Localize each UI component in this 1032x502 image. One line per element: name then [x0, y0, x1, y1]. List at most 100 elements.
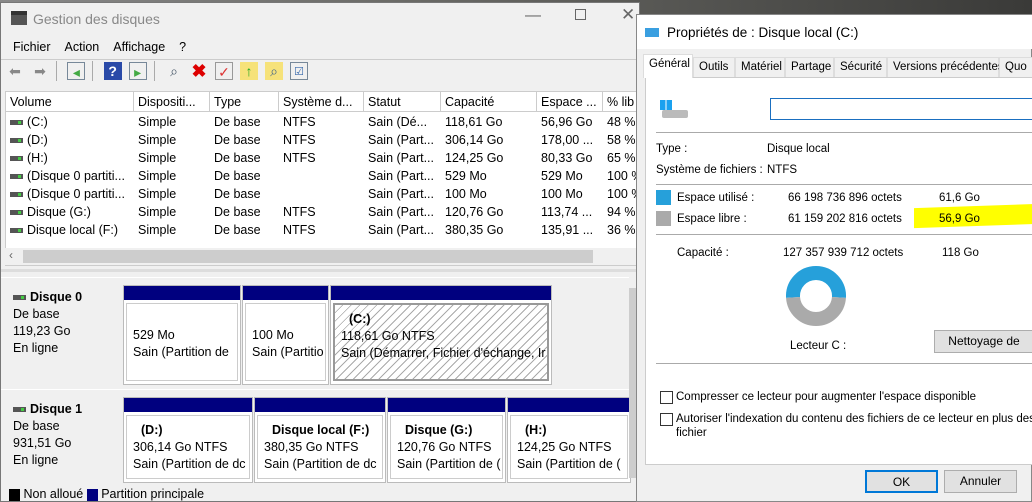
partition-block[interactable]: Disque local (F:) 380,35 Go NTFS Sain (P… — [254, 397, 386, 483]
table-cell[interactable]: Simple — [134, 185, 210, 203]
table-cell[interactable]: De base — [210, 203, 279, 221]
maximize-button[interactable] — [575, 9, 586, 20]
table-cell[interactable]: 529 Mo — [441, 167, 537, 185]
tab-2[interactable]: Matériel — [735, 57, 785, 78]
delete-icon[interactable]: ✖ — [190, 62, 208, 80]
forward-arrow-icon[interactable]: ➡ — [31, 62, 49, 80]
column-type[interactable]: Type — [210, 92, 279, 112]
table-cell[interactable]: 124,25 Go — [441, 149, 537, 167]
table-cell[interactable]: 178,00 ... — [537, 131, 603, 149]
volume-name-cell[interactable]: Disque local (F:) — [6, 221, 134, 239]
partition-block[interactable]: Disque (G:) 120,76 Go NTFS Sain (Partiti… — [387, 397, 506, 483]
table-cell[interactable]: NTFS — [279, 131, 364, 149]
column-free-space[interactable]: Espace ... — [537, 92, 603, 112]
table-cell[interactable]: 113,74 ... — [537, 203, 603, 221]
table-cell[interactable]: De base — [210, 167, 279, 185]
table-cell[interactable]: NTFS — [279, 203, 364, 221]
volume-name-cell[interactable]: (D:) — [6, 131, 134, 149]
ok-button[interactable]: OK — [865, 470, 938, 493]
table-cell[interactable]: Simple — [134, 221, 210, 239]
partition-block[interactable]: (C:) 118,61 Go NTFS Sain (Démarrer, Fich… — [330, 285, 552, 385]
tab-3[interactable]: Partage — [785, 57, 834, 78]
table-cell[interactable]: 80,33 Go — [537, 149, 603, 167]
menu-fichier[interactable]: Fichier — [13, 40, 51, 54]
volume-name-cell[interactable]: (Disque 0 partiti... — [6, 167, 134, 185]
console-tree-icon[interactable]: ◂ — [67, 62, 86, 80]
table-cell[interactable]: Sain (Part... — [364, 203, 441, 221]
cancel-button[interactable]: Annuler — [944, 470, 1017, 493]
table-cell[interactable]: De base — [210, 131, 279, 149]
partition-block[interactable]: 529 Mo Sain (Partition de — [123, 285, 241, 385]
folder-search-icon[interactable]: ⌕ — [265, 62, 284, 80]
table-cell[interactable]: 56,96 Go — [537, 113, 603, 131]
disk-info-0[interactable]: Disque 0 De base 119,23 Go En ligne — [7, 281, 119, 387]
table-cell[interactable]: Simple — [134, 167, 210, 185]
tab-5[interactable]: Versions précédentes — [887, 57, 1004, 78]
table-cell[interactable]: De base — [210, 113, 279, 131]
column-volume[interactable]: Volume — [6, 92, 134, 112]
menu-affichage[interactable]: Affichage — [113, 40, 165, 54]
scrollbar-thumb[interactable] — [23, 250, 593, 263]
table-cell[interactable]: Sain (Part... — [364, 221, 441, 239]
minimize-button[interactable]: — — [525, 7, 541, 25]
table-cell[interactable]: Sain (Part... — [364, 149, 441, 167]
indexing-checkbox[interactable] — [660, 413, 673, 426]
table-cell[interactable] — [279, 167, 364, 185]
column-disposition[interactable]: Dispositi... — [134, 92, 210, 112]
table-cell[interactable]: 380,35 Go — [441, 221, 537, 239]
partition-block[interactable]: (D:) 306,14 Go NTFS Sain (Partition de d… — [123, 397, 253, 483]
table-cell[interactable]: Simple — [134, 113, 210, 131]
column-capacity[interactable]: Capacité — [441, 92, 537, 112]
column-status[interactable]: Statut — [364, 92, 441, 112]
horizontal-scrollbar[interactable]: ‹ — [5, 248, 637, 265]
table-cell[interactable]: Sain (Part... — [364, 167, 441, 185]
table-cell[interactable]: 100 Mo — [537, 185, 603, 203]
tab-4[interactable]: Sécurité — [834, 57, 887, 78]
table-cell[interactable]: De base — [210, 185, 279, 203]
partition-label: Disque (G:) — [405, 423, 473, 437]
compress-checkbox[interactable] — [660, 391, 673, 404]
volume-name-cell[interactable]: (H:) — [6, 149, 134, 167]
table-cell[interactable]: Sain (Dé... — [364, 113, 441, 131]
disk-info-1[interactable]: Disque 1 De base 931,51 Go En ligne — [7, 393, 119, 485]
table-cell[interactable]: De base — [210, 149, 279, 167]
table-cell[interactable]: 118,61 Go — [441, 113, 537, 131]
partition-block[interactable]: 100 Mo Sain (Partitio — [242, 285, 329, 385]
table-cell[interactable]: 529 Mo — [537, 167, 603, 185]
volume-name-cell[interactable]: (Disque 0 partiti... — [6, 185, 134, 203]
table-cell[interactable]: 120,76 Go — [441, 203, 537, 221]
action-pane-icon[interactable]: ▸ — [128, 62, 147, 80]
volume-name-input[interactable] — [770, 98, 1032, 120]
column-filesystem[interactable]: Système d... — [279, 92, 364, 112]
table-cell[interactable]: 100 Mo — [441, 185, 537, 203]
table-cell[interactable]: 135,91 ... — [537, 221, 603, 239]
close-button[interactable]: ✕ — [621, 5, 635, 25]
tab-6[interactable]: Quo — [999, 57, 1032, 78]
tab-1[interactable]: Outils — [693, 57, 735, 78]
help-icon[interactable]: ? — [103, 62, 122, 80]
table-cell[interactable]: Sain (Part... — [364, 131, 441, 149]
table-cell[interactable]: 306,14 Go — [441, 131, 537, 149]
table-cell[interactable]: De base — [210, 221, 279, 239]
checklist-icon[interactable]: ☑ — [290, 62, 309, 80]
scroll-left-icon[interactable]: ‹ — [9, 248, 13, 262]
table-cell[interactable]: Simple — [134, 203, 210, 221]
disk-cleanup-button[interactable]: Nettoyage de — [934, 330, 1032, 353]
table-cell[interactable]: Sain (Part... — [364, 185, 441, 203]
volume-name-cell[interactable]: Disque (G:) — [6, 203, 134, 221]
back-arrow-icon[interactable]: ⬅ — [6, 62, 24, 80]
volume-name-cell[interactable]: (C:) — [6, 113, 134, 131]
table-cell[interactable]: Simple — [134, 131, 210, 149]
table-cell[interactable]: NTFS — [279, 113, 364, 131]
menu-help[interactable]: ? — [179, 40, 186, 54]
properties-icon[interactable]: ✓ — [215, 62, 234, 80]
table-cell[interactable]: NTFS — [279, 221, 364, 239]
table-cell[interactable] — [279, 185, 364, 203]
tab-0[interactable]: Général — [643, 54, 693, 78]
partition-block[interactable]: (H:) 124,25 Go NTFS Sain (Partition de ( — [507, 397, 631, 483]
table-cell[interactable]: Simple — [134, 149, 210, 167]
menu-action[interactable]: Action — [65, 40, 100, 54]
connect-drive-icon[interactable]: ⌕ — [165, 62, 183, 80]
table-cell[interactable]: NTFS — [279, 149, 364, 167]
folder-up-icon[interactable]: ↑ — [240, 62, 259, 80]
